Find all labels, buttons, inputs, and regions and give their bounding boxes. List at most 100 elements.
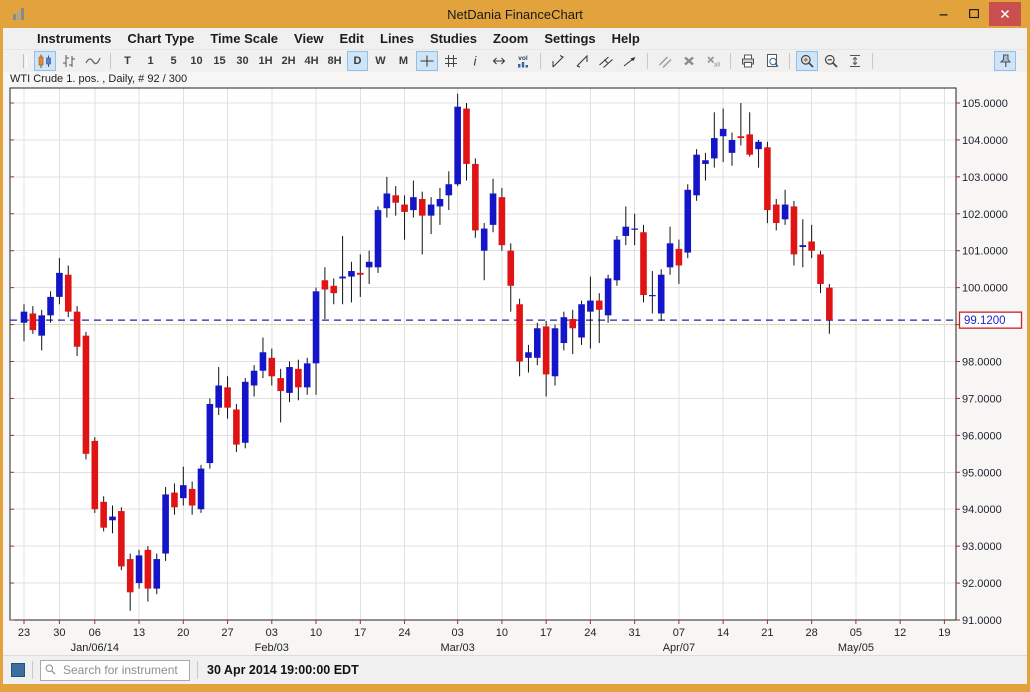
timeframe-button-1h[interactable]: 1H <box>255 51 276 71</box>
line-chart-button[interactable] <box>82 51 104 71</box>
timeframe-button-m[interactable]: M <box>393 51 414 71</box>
remove-line-button[interactable] <box>678 51 700 71</box>
svg-text:28: 28 <box>806 627 818 639</box>
timeframe-button-d[interactable]: D <box>347 51 368 71</box>
crosshair-button[interactable] <box>416 51 438 71</box>
ohlc-bars-icon <box>61 53 77 69</box>
svg-text:10: 10 <box>310 627 322 639</box>
print-button[interactable] <box>737 51 759 71</box>
window-bottom-edge <box>3 684 1027 692</box>
pin-toolbar-button[interactable] <box>994 51 1016 71</box>
zoom-out-button[interactable] <box>820 51 842 71</box>
search-box[interactable] <box>40 660 190 681</box>
info-button[interactable]: i <box>464 51 486 71</box>
svg-text:Feb/03: Feb/03 <box>255 642 289 654</box>
timeframe-button-t[interactable]: T <box>117 51 138 71</box>
titlebar: NetDania FinanceChart <box>3 0 1027 28</box>
svg-text:06: 06 <box>89 627 101 639</box>
zoom-in-button[interactable] <box>796 51 818 71</box>
pin-icon <box>997 53 1013 69</box>
trend-line-button[interactable] <box>547 51 569 71</box>
grid-icon <box>443 53 459 69</box>
remove-line-icon <box>681 53 697 69</box>
channel-button[interactable] <box>595 51 617 71</box>
menu-item-view[interactable]: View <box>286 28 331 49</box>
toolbar-separator <box>872 53 873 69</box>
toolbar-separator <box>789 53 790 69</box>
timeframe-button-2h[interactable]: 2H <box>278 51 299 71</box>
parallel-lines-icon <box>657 53 673 69</box>
grid-button[interactable] <box>440 51 462 71</box>
svg-text:27: 27 <box>221 627 233 639</box>
menu-item-zoom[interactable]: Zoom <box>485 28 536 49</box>
ohlc-bar-chart-button[interactable] <box>58 51 80 71</box>
svg-text:03: 03 <box>452 627 464 639</box>
timeframe-button-1[interactable]: 1 <box>140 51 161 71</box>
timeframe-button-8h[interactable]: 8H <box>324 51 345 71</box>
menu-item-edit[interactable]: Edit <box>331 28 372 49</box>
timeframe-button-10[interactable]: 10 <box>186 51 207 71</box>
menu-item-time-scale[interactable]: Time Scale <box>202 28 286 49</box>
menu-item-instruments[interactable]: Instruments <box>29 28 119 49</box>
svg-text:105.0000: 105.0000 <box>962 98 1008 110</box>
menu-bar: InstrumentsChart TypeTime ScaleViewEditL… <box>3 28 1027 50</box>
candlestick-chart-button[interactable] <box>34 51 56 71</box>
timeframe-button-4h[interactable]: 4H <box>301 51 322 71</box>
svg-text:24: 24 <box>584 627 596 639</box>
svg-text:i: i <box>474 55 478 69</box>
channel-icon <box>598 53 614 69</box>
remove-all-icon: all <box>705 53 721 69</box>
svg-text:20: 20 <box>177 627 189 639</box>
timeframe-button-5[interactable]: 5 <box>163 51 184 71</box>
menu-item-chart-type[interactable]: Chart Type <box>119 28 202 49</box>
search-icon <box>44 663 57 676</box>
toolbar-separator <box>110 53 111 69</box>
print-preview-button[interactable] <box>761 51 783 71</box>
svg-text:Apr/07: Apr/07 <box>663 642 695 654</box>
svg-text:14: 14 <box>717 627 729 639</box>
menu-item-settings[interactable]: Settings <box>536 28 603 49</box>
svg-text:96.0000: 96.0000 <box>962 430 1002 442</box>
fit-height-icon <box>847 53 863 69</box>
line-chart-icon <box>85 53 101 69</box>
svg-text:30: 30 <box>53 627 65 639</box>
instrument-list-icon[interactable] <box>11 663 25 677</box>
menu-item-lines[interactable]: Lines <box>372 28 422 49</box>
search-input[interactable] <box>40 660 190 681</box>
print-icon <box>740 53 756 69</box>
expand-horizontal-icon <box>491 53 507 69</box>
info-icon: i <box>467 53 483 69</box>
svg-text:91.0000: 91.0000 <box>962 615 1002 627</box>
fit-height-button[interactable] <box>844 51 866 71</box>
svg-text:03: 03 <box>266 627 278 639</box>
zoom-in-icon <box>799 53 815 69</box>
svg-text:07: 07 <box>673 627 685 639</box>
svg-text:23: 23 <box>18 627 30 639</box>
trend-line-alt-button[interactable] <box>571 51 593 71</box>
expand-horizontal-button[interactable] <box>488 51 510 71</box>
svg-text:12: 12 <box>894 627 906 639</box>
arrow-line-button[interactable] <box>619 51 641 71</box>
svg-text:17: 17 <box>354 627 366 639</box>
svg-text:101.0000: 101.0000 <box>962 246 1008 258</box>
chart-plot[interactable]: 105.0000104.0000103.0000102.0000101.0000… <box>3 72 1027 655</box>
toolbar-gripper[interactable] <box>23 54 27 68</box>
print-preview-icon <box>764 53 780 69</box>
svg-text:94.0000: 94.0000 <box>962 504 1002 516</box>
svg-text:19: 19 <box>938 627 950 639</box>
timeframe-button-15[interactable]: 15 <box>209 51 230 71</box>
timeframe-button-w[interactable]: W <box>370 51 391 71</box>
volume-button[interactable]: vol <box>512 51 534 71</box>
svg-text:17: 17 <box>540 627 552 639</box>
parallel-lines-button[interactable] <box>654 51 676 71</box>
arrow-line-icon <box>622 53 638 69</box>
toolbar-separator <box>647 53 648 69</box>
menu-item-help[interactable]: Help <box>604 28 648 49</box>
menu-item-studies[interactable]: Studies <box>422 28 485 49</box>
svg-text:104.0000: 104.0000 <box>962 135 1008 147</box>
app-window: NetDania FinanceChart InstrumentsChart T… <box>0 0 1030 692</box>
remove-all-lines-button[interactable]: all <box>702 51 724 71</box>
timeframe-button-30[interactable]: 30 <box>232 51 253 71</box>
svg-text:13: 13 <box>133 627 145 639</box>
chart-region[interactable]: WTI Crude 1. pos. , Daily, # 92 / 300 10… <box>3 72 1027 655</box>
